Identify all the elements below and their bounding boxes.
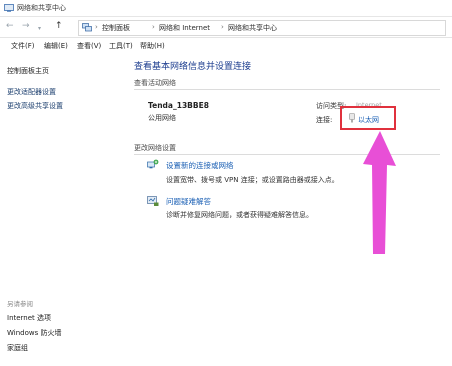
highlight-box — [340, 106, 396, 130]
window-title: 网络和共享中心 — [17, 4, 66, 12]
breadcrumb-separator-icon: › — [95, 23, 98, 31]
address-bar[interactable]: › 控制面板 › 网络和 Internet › 网络和共享中心 — [78, 20, 446, 36]
control-panel-icon — [82, 23, 92, 32]
menu-edit[interactable]: 编辑(E) — [44, 41, 68, 51]
troubleshoot-desc: 诊断并修复网络问题，或者获得疑难解答信息。 — [166, 211, 313, 219]
active-networks-label: 查看活动网络 — [134, 79, 176, 87]
sidebar-item-change-adapter-settings[interactable]: 更改适配器设置 — [7, 87, 56, 97]
recent-dropdown-icon[interactable]: ▾ — [38, 23, 41, 34]
menu-bar: 文件(F) 编辑(E) 查看(V) 工具(T) 帮助(H) — [0, 39, 452, 53]
breadcrumb-separator-icon: › — [221, 23, 224, 31]
network-name: Tenda_13BBE8 — [148, 101, 209, 110]
section-divider — [134, 89, 440, 90]
menu-view[interactable]: 查看(V) — [77, 41, 101, 51]
new-connection-icon — [147, 159, 159, 171]
back-arrow-icon[interactable]: ← — [6, 21, 14, 32]
troubleshoot-icon — [147, 195, 159, 207]
sidebar-item-change-advanced-sharing[interactable]: 更改高级共享设置 — [7, 101, 63, 111]
page-title: 查看基本网络信息并设置连接 — [134, 62, 252, 72]
see-also-internet-options[interactable]: Internet 选项 — [7, 313, 51, 323]
breadcrumb-network-sharing-center[interactable]: 网络和共享中心 — [228, 23, 277, 33]
change-settings-label: 更改网络设置 — [134, 144, 176, 152]
network-type[interactable]: 公用网络 — [148, 113, 176, 123]
breadcrumb-network-internet[interactable]: 网络和 Internet — [159, 23, 210, 33]
see-also-label: 另请参阅 — [7, 300, 33, 308]
menu-help[interactable]: 帮助(H) — [140, 41, 165, 51]
title-bar: 网络和共享中心 — [0, 0, 452, 17]
up-arrow-icon[interactable]: ↑ — [55, 21, 63, 32]
connection-label: 连接: — [316, 116, 333, 124]
forward-arrow-icon[interactable]: → — [22, 21, 30, 32]
setup-new-connection-desc: 设置宽带、拨号或 VPN 连接；或设置路由器或接入点。 — [166, 176, 339, 184]
section-divider — [134, 154, 440, 155]
breadcrumb-separator-icon: › — [152, 23, 155, 31]
troubleshoot-link[interactable]: 问题疑难解答 — [166, 196, 211, 207]
network-center-icon — [4, 4, 14, 12]
menu-tools[interactable]: 工具(T) — [109, 41, 133, 51]
see-also-homegroup[interactable]: 家庭组 — [7, 343, 28, 353]
setup-new-connection-link[interactable]: 设置新的连接或网络 — [166, 160, 234, 171]
breadcrumb-control-panel[interactable]: 控制面板 — [102, 23, 130, 33]
navigation-bar: ← → ▾ ↑ › 控制面板 › 网络和 Internet › 网络和共享中心 — [0, 17, 452, 38]
menu-file[interactable]: 文件(F) — [11, 41, 35, 51]
see-also-windows-firewall[interactable]: Windows 防火墙 — [7, 328, 61, 338]
sidebar-item-control-panel-home[interactable]: 控制面板主页 — [7, 66, 49, 76]
